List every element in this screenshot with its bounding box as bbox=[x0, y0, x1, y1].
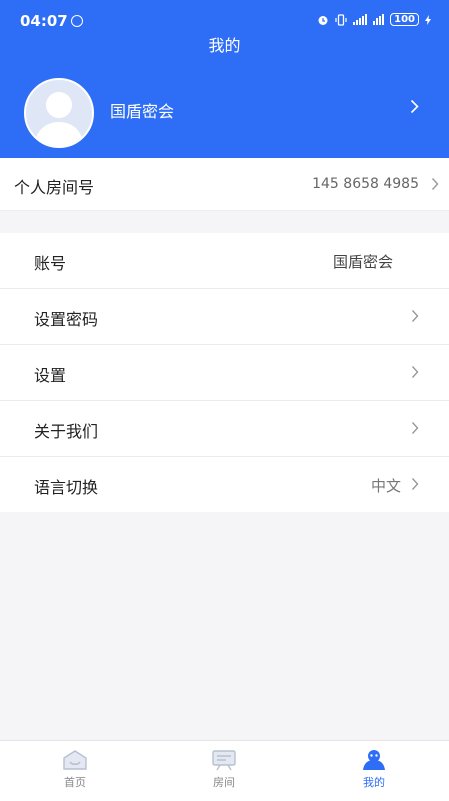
chevron-right-icon bbox=[411, 421, 419, 435]
battery-indicator: 100 bbox=[390, 13, 419, 26]
header: 04:07 100 我的 国盾密会 bbox=[0, 0, 449, 158]
home-icon bbox=[63, 750, 87, 770]
room-label: 个人房间号 bbox=[14, 178, 95, 197]
signal-icon-1 bbox=[353, 14, 368, 25]
charging-icon bbox=[425, 14, 431, 25]
chevron-right-icon bbox=[411, 477, 419, 491]
tab-room[interactable]: 房间 bbox=[184, 749, 264, 790]
chevron-right-icon bbox=[410, 99, 419, 114]
language-value: 中文 bbox=[370, 477, 401, 495]
tab-home-label: 首页 bbox=[64, 776, 86, 789]
settings-row[interactable]: 设置 bbox=[0, 345, 449, 401]
chevron-right-icon bbox=[411, 309, 419, 323]
set-password-row[interactable]: 设置密码 bbox=[0, 289, 449, 345]
about-us-label: 关于我们 bbox=[34, 422, 99, 441]
personal-room-row[interactable]: 个人房间号 145 8658 4985 bbox=[0, 158, 449, 211]
settings-label: 设置 bbox=[34, 366, 67, 385]
profile-name: 国盾密会 bbox=[110, 102, 175, 121]
tab-home[interactable]: 首页 bbox=[35, 749, 115, 790]
status-time: 04:07 bbox=[20, 12, 83, 30]
signal-icon-2 bbox=[373, 14, 385, 25]
room-number: 145 8658 4985 bbox=[312, 176, 419, 192]
profile-icon bbox=[363, 750, 385, 770]
about-us-row[interactable]: 关于我们 bbox=[0, 401, 449, 457]
tab-room-label: 房间 bbox=[213, 776, 235, 789]
status-icons: 100 bbox=[317, 13, 431, 26]
page-title: 我的 bbox=[208, 36, 241, 55]
account-value: 国盾密会 bbox=[332, 253, 393, 271]
account-row[interactable]: 账号 国盾密会 bbox=[0, 233, 449, 289]
tab-profile-label: 我的 bbox=[363, 776, 385, 789]
user-avatar-icon bbox=[26, 80, 92, 146]
profile-card[interactable]: 国盾密会 bbox=[0, 75, 449, 148]
chevron-right-icon bbox=[431, 177, 439, 191]
language-row[interactable]: 语言切换 中文 bbox=[0, 457, 449, 512]
room-icon bbox=[212, 750, 236, 771]
set-password-label: 设置密码 bbox=[34, 310, 99, 329]
account-label: 账号 bbox=[34, 254, 67, 273]
settings-list: 账号 国盾密会 设置密码 设置 关于我们 语言切换 中文 bbox=[0, 233, 449, 512]
vibrate-icon bbox=[335, 13, 347, 26]
clock-text: 04:07 bbox=[20, 12, 68, 30]
language-label: 语言切换 bbox=[34, 478, 99, 497]
chevron-right-icon bbox=[411, 365, 419, 379]
tab-profile[interactable]: 我的 bbox=[334, 749, 414, 790]
tab-bar: 首页 房间 我的 bbox=[0, 740, 449, 801]
avatar[interactable] bbox=[24, 78, 94, 148]
sync-icon bbox=[70, 15, 83, 27]
alarm-icon bbox=[318, 15, 328, 25]
